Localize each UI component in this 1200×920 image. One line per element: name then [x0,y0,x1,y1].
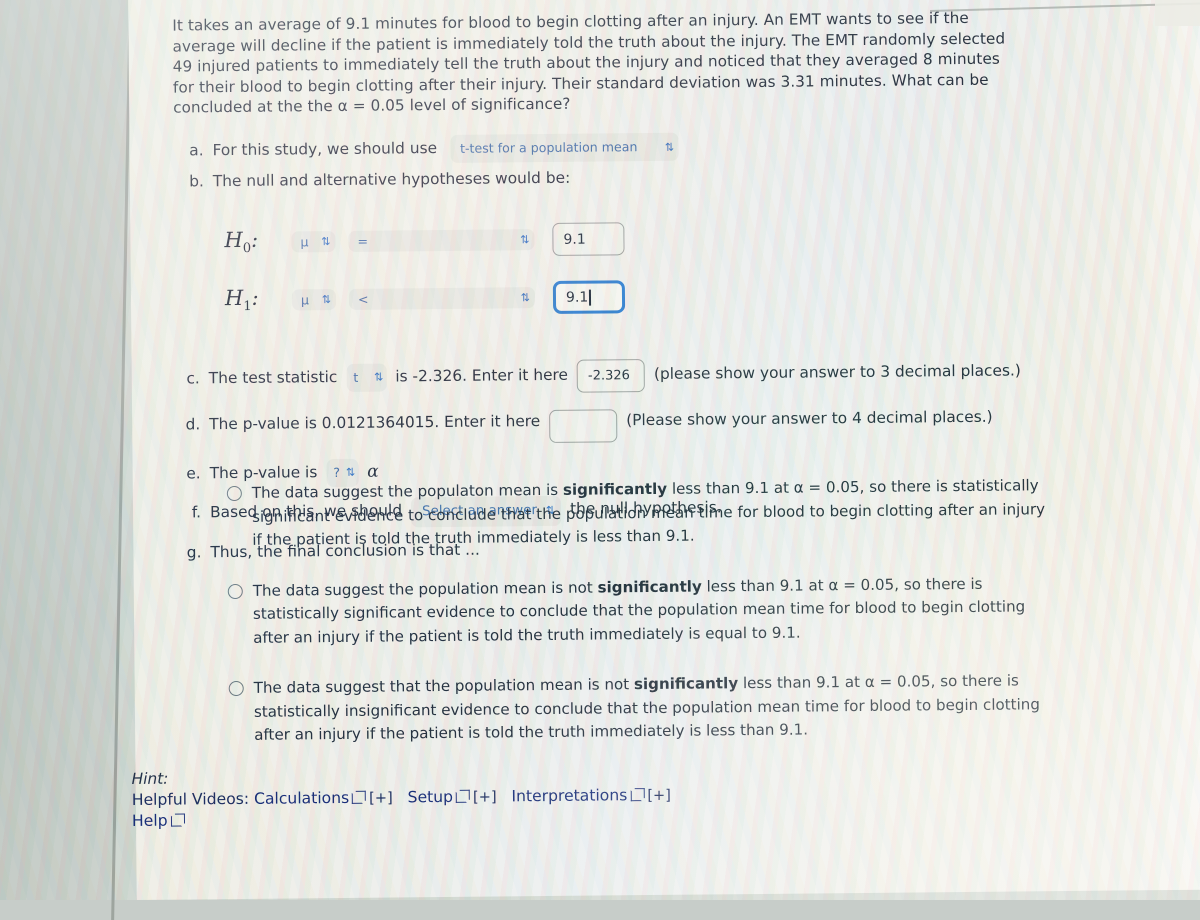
help-row[interactable]: Help [132,805,832,830]
part-c: c. The test statistic t ⇅ is -2.326. Ent… [182,355,1088,397]
video-link-interpretations-label: Interpretations [511,786,628,806]
test-statistic-select-value: t [353,369,359,385]
plain-text: The data suggest the population mean is … [252,578,598,600]
h1-value-input[interactable]: 9.1 [552,280,626,314]
conclusion-option[interactable]: The data suggest that the population mea… [228,669,1060,747]
conclusion-option[interactable]: The data suggest the population mean is … [227,572,1059,650]
external-link-icon [455,791,468,803]
video-link-setup-label: Setup [407,787,454,807]
quiz-page: It takes an average of 9.1 minutes for b… [128,0,1200,900]
conclusion-option-text: The data suggest the populaton mean is s… [252,474,1058,552]
part-d-text-before: The p-value is 0.0121364015. Enter it he… [209,412,541,434]
emphasis-text: significantly [562,479,668,499]
text-cursor [589,289,591,306]
h1-operator-select[interactable]: < ⇅ [348,287,536,310]
help-link-label: Help [131,811,168,830]
emphasis-text: significantly [633,674,739,694]
chevron-updown-icon: ⇅ [345,465,355,479]
video-expand-interpretations[interactable]: [+] [647,787,671,804]
radio-button-icon[interactable] [227,583,243,599]
part-c-label: c. [186,368,200,387]
chevron-updown-icon: ⇅ [321,235,330,249]
h1-operator-value: < [357,291,369,307]
h1-value-text: 9.1 [565,289,589,306]
h0-value-text: 9.1 [563,231,586,248]
part-c-text-mid: is -2.326. Enter it here [395,365,569,385]
screen-bezel-left [0,0,133,900]
bezel-corner [1155,0,1200,26]
part-d: d. The p-value is 0.0121364015. Enter it… [182,404,1088,446]
chevron-updown-icon: ⇅ [321,293,331,307]
conclusion-option-text: The data suggest that the population mea… [254,669,1060,747]
alpha-symbol: α [367,461,379,482]
p-value-input[interactable] [549,408,618,443]
part-f-label: f. [191,502,202,521]
alt-hypothesis-row: H1: μ ⇅ < ⇅ 9.1 [225,276,1087,317]
h1-parameter-select[interactable]: μ ⇅ [291,289,337,311]
plain-text: The data suggest the populaton mean is [251,480,564,502]
h0-operator-value: = [357,233,369,249]
radio-button-icon[interactable] [228,680,244,697]
part-d-label: d. [185,415,201,434]
test-statistic-input-value: -2.326 [587,367,630,384]
emphasis-text: significantly [597,577,702,597]
h0-operator-select[interactable]: = ⇅ [348,229,535,252]
conclusion-option-text: The data suggest the population mean is … [253,572,1059,650]
conclusion-option[interactable]: The data suggest the populaton mean is s… [226,474,1058,552]
h1-symbol: H1: [224,286,259,315]
video-expand-setup[interactable]: [+] [473,788,497,805]
hint-section: Hint: Helpful Videos: Calculations [+] S… [132,763,833,830]
external-link-icon [630,790,642,802]
chevron-updown-icon: ⇅ [520,291,530,305]
test-statistic-select[interactable]: t ⇅ [346,363,387,392]
part-g-label: g. [186,542,202,561]
plain-text: The data suggest that the population mea… [253,675,635,697]
h0-symbol: H0: [224,228,259,257]
part-e-label: e. [186,463,201,482]
chevron-updown-icon: ⇅ [520,233,529,247]
null-hypothesis-row: H0: μ ⇅ = ⇅ 9.1 [224,218,1086,259]
chevron-updown-icon: ⇅ [664,140,674,154]
video-link-interpretations[interactable]: Interpretations [511,786,647,805]
part-a: a. For this study, we should use t-test … [185,129,1085,166]
external-link-icon [352,792,364,804]
video-link-calculations[interactable]: Calculations [254,789,369,808]
test-type-select[interactable]: t-test for a population mean ⇅ [450,132,680,163]
part-b-text: The null and alternative hypotheses woul… [212,168,571,191]
h1-parameter-value: μ [300,292,310,308]
page-right-margin [1123,0,1200,891]
part-c-text-before: The test statistic [208,367,338,387]
video-expand-calculations[interactable]: [+] [369,789,393,806]
h0-parameter-select[interactable]: μ ⇅ [291,231,336,253]
h0-value-input[interactable]: 9.1 [552,222,625,256]
h0-parameter-value: μ [300,234,309,250]
part-a-text: For this study, we should use [212,139,438,160]
part-d-text-after: (Please show your answer to 4 decimal pl… [626,407,993,430]
part-a-label: a. [189,141,204,160]
part-b-label: b. [189,172,204,191]
external-link-icon [170,815,182,827]
radio-button-icon[interactable] [226,485,242,502]
chevron-updown-icon: ⇅ [374,370,383,384]
helpful-videos-label: Helpful Videos: [131,789,250,810]
problem-statement: It takes an average of 9.1 minutes for b… [172,8,1005,118]
part-c-text-after: (please show your answer to 3 decimal pl… [653,360,1021,383]
video-link-setup[interactable]: Setup [407,787,474,807]
conclusion-options: The data suggest the populaton mean is s… [226,474,1060,774]
test-type-select-value: t-test for a population mean [459,139,638,156]
part-b: b. The null and alternative hypotheses w… [186,161,1086,194]
test-statistic-input[interactable]: -2.326 [576,359,646,393]
video-link-calculations-label: Calculations [253,788,350,808]
